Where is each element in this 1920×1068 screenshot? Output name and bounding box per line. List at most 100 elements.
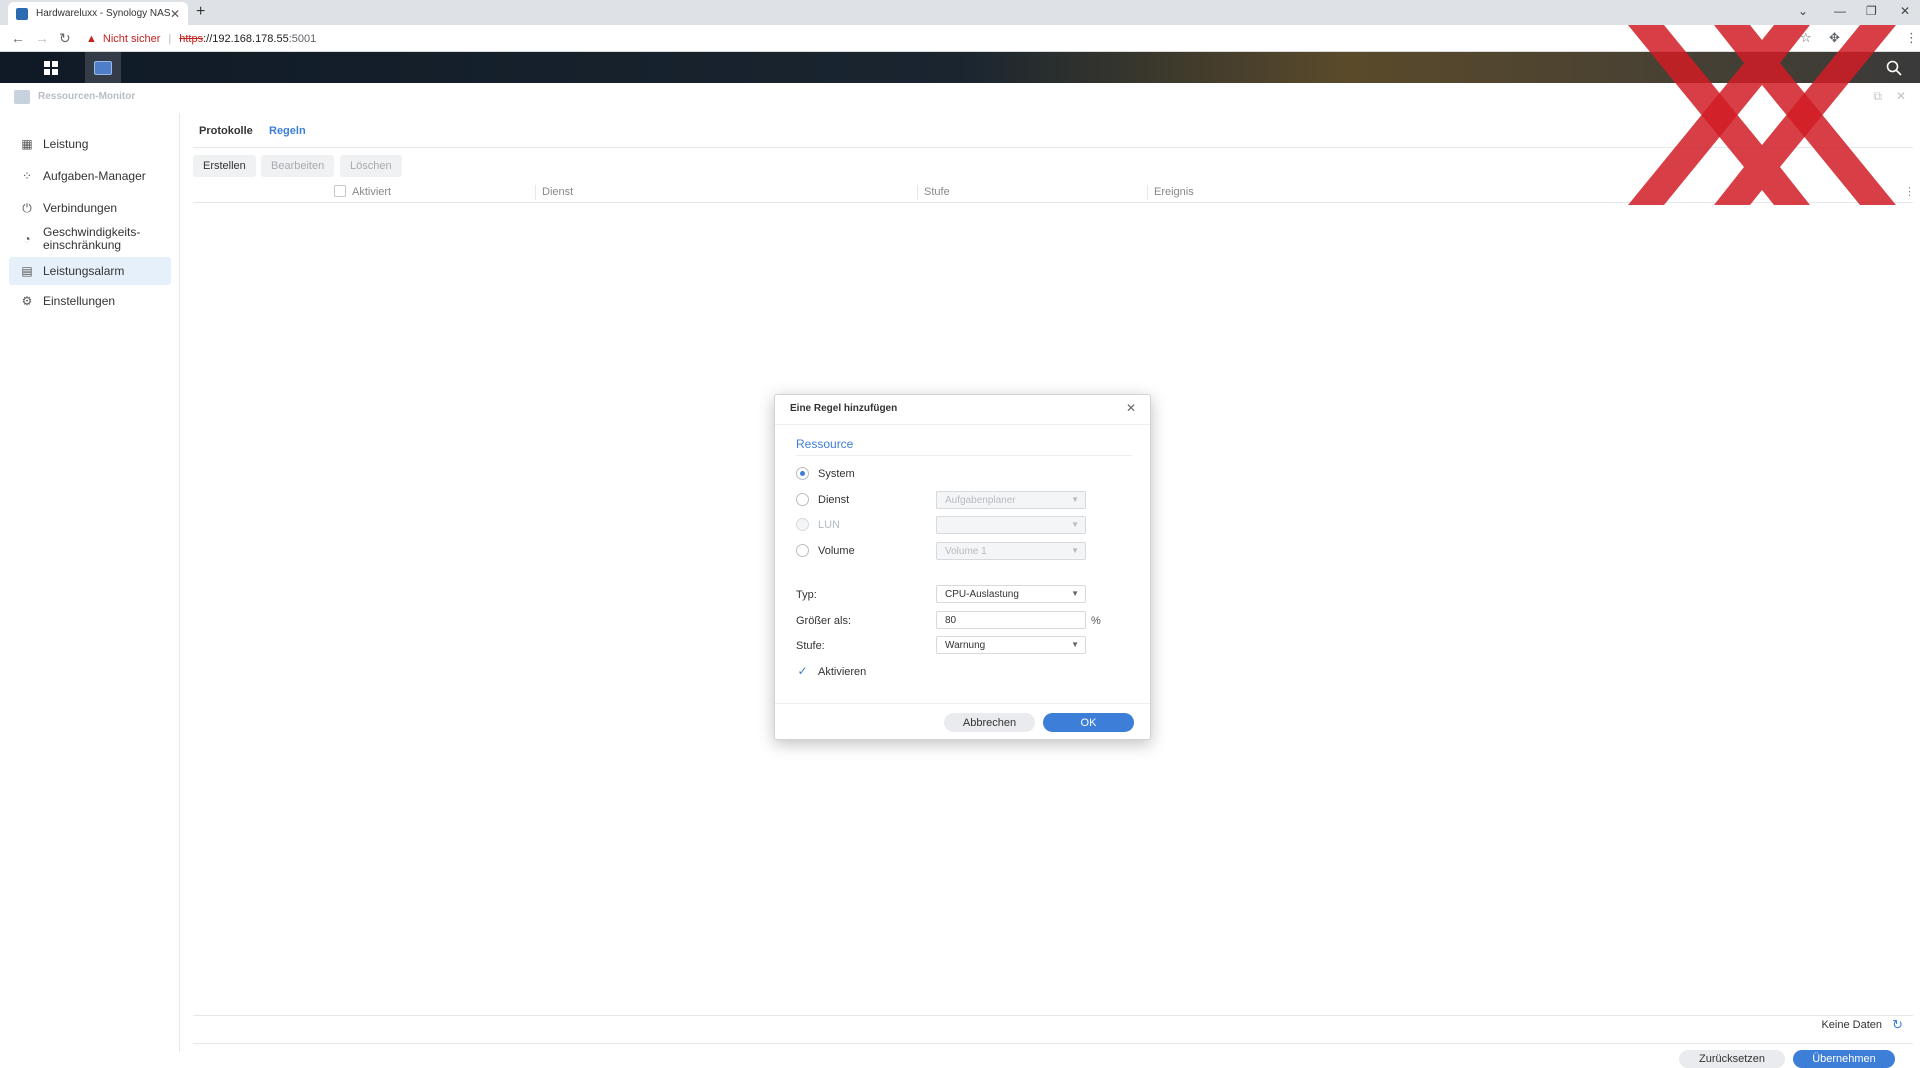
column-ereignis[interactable]: Ereignis <box>1154 186 1194 198</box>
checkmark-icon[interactable]: ✓ <box>796 665 809 678</box>
tab-protokolle[interactable]: Protokolle <box>199 125 253 137</box>
select-value: Aufgabenplaner <box>945 494 1016 506</box>
sidebar-item-leistungsalarm[interactable]: ▤ Leistungsalarm <box>9 257 171 285</box>
window-close-icon[interactable]: ✕ <box>1896 89 1906 103</box>
select-value: Volume 1 <box>945 545 987 557</box>
tasks-icon: ⁘ <box>21 169 33 183</box>
tab-close-icon[interactable]: ✕ <box>170 7 180 21</box>
radio-label: LUN <box>818 518 841 531</box>
search-icon <box>1886 60 1902 76</box>
plug-icon: ⏻ <box>22 200 32 215</box>
column-stufe[interactable]: Stufe <box>924 186 950 198</box>
window-close-icon[interactable]: ✕ <box>1900 4 1910 18</box>
delete-button[interactable]: Löschen <box>340 155 402 177</box>
level-label: Stufe: <box>796 640 825 652</box>
minimize-icon[interactable]: — <box>1834 4 1846 18</box>
sidebar-item-einstellungen[interactable]: ⚙ Einstellungen <box>9 290 171 312</box>
taskbar-resource-monitor[interactable] <box>85 52 121 83</box>
speedometer-icon: ◔ <box>23 232 31 246</box>
warning-icon: ▲ <box>86 32 97 45</box>
chevron-down-icon: ▼ <box>1071 520 1079 529</box>
section-divider <box>796 455 1132 456</box>
url-host: ://192.168.178.55 <box>203 32 289 45</box>
column-separator <box>917 185 918 200</box>
column-separator <box>1147 185 1148 200</box>
sidebar-item-label: Leistungsalarm <box>43 264 125 278</box>
enable-label: Aktivieren <box>818 665 867 678</box>
search-button[interactable] <box>1876 52 1912 83</box>
radio-button[interactable] <box>796 467 809 480</box>
radio-button[interactable] <box>796 518 809 531</box>
select-all-checkbox[interactable] <box>334 185 346 198</box>
dialog-divider <box>775 424 1150 425</box>
column-dienst[interactable]: Dienst <box>542 186 573 198</box>
sidebar-item-label-group: Geschwindigkeits- einschränkung <box>43 226 140 252</box>
app-icon <box>14 90 30 104</box>
dsm-taskbar <box>0 52 1920 83</box>
lun-select[interactable]: ▼ <box>936 516 1086 534</box>
type-label: Typ: <box>796 589 817 601</box>
apply-button[interactable]: Übernehmen <box>1793 1050 1895 1068</box>
cancel-button[interactable]: Abbrechen <box>944 713 1035 732</box>
main-menu-button[interactable] <box>33 52 69 83</box>
sidebar-item-aufgaben-manager[interactable]: ⁘ Aufgaben-Manager <box>9 165 171 187</box>
radio-dienst[interactable]: Dienst <box>796 493 849 506</box>
radio-label: Dienst <box>818 493 850 506</box>
dialog-close-icon[interactable]: ✕ <box>1126 401 1136 415</box>
service-select[interactable]: Aufgabenplaner ▼ <box>936 491 1086 509</box>
back-icon[interactable]: ← <box>11 30 25 46</box>
select-value: Warnung <box>945 639 986 651</box>
browser-tab[interactable]: Hardwareluxx - Synology NAS ✕ <box>8 2 188 25</box>
reload-icon[interactable]: ↻ <box>59 30 71 47</box>
sidebar: ▦ Leistung ⁘ Aufgaben-Manager ⏻ Verbindu… <box>0 113 180 1052</box>
radio-volume[interactable]: Volume <box>796 544 855 557</box>
radio-lun[interactable]: LUN <box>796 518 840 531</box>
chart-icon: ▦ <box>21 137 33 151</box>
extensions-icon[interactable]: ✥ <box>1829 30 1840 46</box>
gear-icon: ⚙ <box>21 294 33 308</box>
window-titlebar[interactable]: Ressourcen-Monitor ⧉ ✕ <box>0 83 1920 113</box>
sidebar-item-verbindungen[interactable]: ⏻ Verbindungen <box>9 197 171 219</box>
menu-icon[interactable]: ⋮ <box>1905 30 1918 46</box>
footer-divider <box>193 1043 1913 1044</box>
browser-toolbar: ← → ↻ ▲ Nicht sicher | https://192.168.1… <box>0 25 1920 52</box>
tab-regeln[interactable]: Regeln <box>269 125 306 137</box>
table-footer-divider <box>193 1015 1913 1016</box>
chevron-down-icon: ▼ <box>1071 589 1079 598</box>
url-port: :5001 <box>288 32 317 45</box>
chevron-down-icon: ▼ <box>1071 495 1079 504</box>
enable-checkbox-row[interactable]: ✓ Aktivieren <box>796 665 866 678</box>
column-aktiviert[interactable]: Aktiviert <box>352 186 391 198</box>
radio-label: System <box>818 467 855 480</box>
restore-icon[interactable]: ❐ <box>1866 4 1877 18</box>
add-rule-dialog: Eine Regel hinzufügen ✕ Ressource System… <box>774 394 1151 740</box>
column-options-icon[interactable]: ⋮ <box>1904 185 1915 198</box>
favicon-icon <box>16 7 28 20</box>
type-select[interactable]: CPU-Auslastung ▼ <box>936 585 1086 603</box>
new-tab-button[interactable]: + <box>196 3 205 21</box>
edit-button[interactable]: Bearbeiten <box>261 155 335 177</box>
create-button[interactable]: Erstellen <box>193 155 256 177</box>
ok-button[interactable]: OK <box>1043 713 1134 732</box>
radio-button[interactable] <box>796 544 809 557</box>
forward-icon[interactable]: → <box>35 30 49 46</box>
radio-system[interactable]: System <box>796 467 855 480</box>
window-maximize-icon[interactable]: ⧉ <box>1873 89 1882 104</box>
threshold-input[interactable]: 80 <box>936 611 1086 629</box>
radio-button[interactable] <box>796 493 809 506</box>
status-text: Keine Daten <box>1821 1019 1882 1031</box>
tab-search-icon[interactable]: ⌄ <box>1798 4 1808 18</box>
address-bar[interactable]: ▲ Nicht sicher | https://192.168.178.55:… <box>86 29 1786 48</box>
sidebar-item-leistung[interactable]: ▦ Leistung <box>9 133 171 155</box>
address-separator: | <box>168 32 172 45</box>
sidebar-item-label: Aufgaben-Manager <box>43 169 146 183</box>
url-scheme: https <box>179 32 204 45</box>
tab-title: Hardwareluxx - Synology NAS <box>36 8 170 19</box>
sidebar-item-geschwindigkeitseinschraenkung[interactable]: ◔ Geschwindigkeits- einschränkung <box>9 223 171 255</box>
level-select[interactable]: Warnung ▼ <box>936 636 1086 654</box>
bookmark-star-icon[interactable]: ☆ <box>1800 30 1812 46</box>
section-title: Ressource <box>796 437 854 451</box>
volume-select[interactable]: Volume 1 ▼ <box>936 542 1086 560</box>
reset-button[interactable]: Zurücksetzen <box>1679 1050 1785 1068</box>
refresh-icon[interactable]: ↻ <box>1892 1017 1903 1033</box>
